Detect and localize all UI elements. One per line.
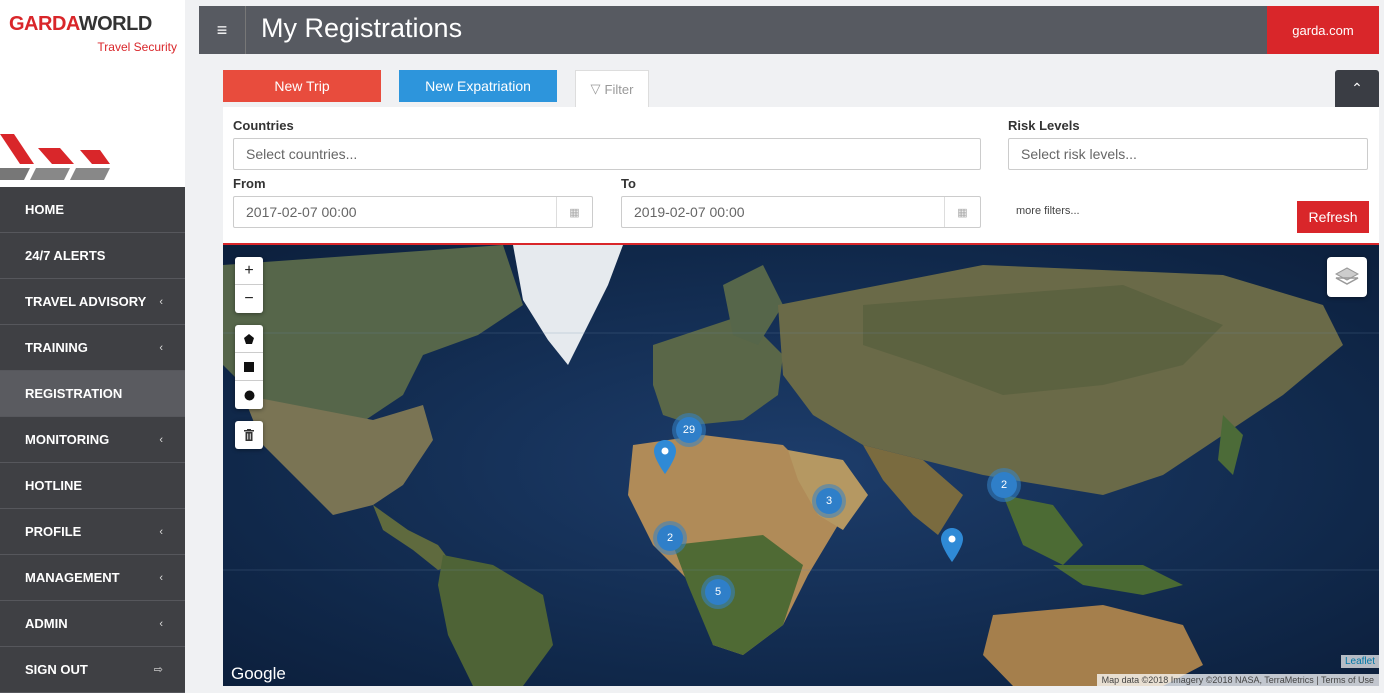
layers-icon[interactable] bbox=[1327, 257, 1367, 297]
sidebar-item-hotline[interactable]: HOTLINE bbox=[0, 463, 185, 509]
top-bar: ≡ My Registrations garda.com bbox=[199, 6, 1379, 54]
logo-wordmark: GARDAWORLD bbox=[9, 13, 152, 35]
draw-toolbar bbox=[235, 325, 263, 409]
sidebar-item-profile[interactable]: PROFILE ‹ bbox=[0, 509, 185, 555]
to-date-input[interactable]: 2019-02-07 00:00 ▦ bbox=[621, 196, 981, 228]
cluster-count: 5 bbox=[705, 579, 731, 605]
sidebar-item-label: PROFILE bbox=[25, 524, 82, 539]
calendar-icon[interactable]: ▦ bbox=[944, 197, 980, 227]
refresh-button[interactable]: Refresh bbox=[1297, 201, 1369, 233]
new-expatriation-button[interactable]: New Expatriation bbox=[399, 70, 557, 102]
more-filters-link[interactable]: more filters... bbox=[1016, 205, 1080, 217]
chevron-left-icon: ‹ bbox=[159, 341, 163, 354]
chevron-up-icon: ⌃ bbox=[1351, 80, 1363, 96]
registrations-panel: New Trip New Expatriation ▽ Filter ⌃ Cou… bbox=[223, 70, 1379, 686]
sidebar-item-label: MANAGEMENT bbox=[25, 570, 120, 585]
brand-stripes-graphic bbox=[0, 134, 110, 180]
trash-icon[interactable] bbox=[235, 421, 263, 449]
satellite-map-imagery bbox=[223, 245, 1379, 686]
edit-toolbar bbox=[235, 421, 263, 449]
chevron-left-icon: ‹ bbox=[159, 571, 163, 584]
from-label: From bbox=[233, 176, 266, 191]
cluster-count: 3 bbox=[816, 488, 842, 514]
polygon-icon[interactable] bbox=[235, 325, 263, 353]
cluster-count: 2 bbox=[991, 472, 1017, 498]
marker-cluster[interactable]: 3 bbox=[812, 484, 846, 518]
chevron-left-icon: ‹ bbox=[159, 525, 163, 538]
sidebar: GARDAWORLD Travel Security HOME 24/7 ALE… bbox=[0, 0, 185, 693]
sidebar-item-training[interactable]: TRAINING ‹ bbox=[0, 325, 185, 371]
cluster-count: 29 bbox=[676, 417, 702, 443]
sidebar-item-label: ADMIN bbox=[25, 616, 68, 631]
sidebar-item-monitoring[interactable]: MONITORING ‹ bbox=[0, 417, 185, 463]
marker-cluster[interactable]: 2 bbox=[987, 468, 1021, 502]
sidebar-item-management[interactable]: MANAGEMENT ‹ bbox=[0, 555, 185, 601]
garda-com-link[interactable]: garda.com bbox=[1267, 6, 1379, 54]
zoom-out-button[interactable]: − bbox=[235, 285, 263, 313]
marker-cluster[interactable]: 2 bbox=[653, 521, 687, 555]
gardaworld-logo[interactable]: GARDAWORLD Travel Security bbox=[9, 13, 177, 63]
marker-cluster[interactable]: 29 bbox=[672, 413, 706, 447]
tab-filter-label: Filter bbox=[604, 81, 634, 97]
cluster-count: 2 bbox=[657, 525, 683, 551]
rectangle-icon[interactable] bbox=[235, 353, 263, 381]
sidebar-item-home[interactable]: HOME bbox=[0, 187, 185, 233]
sidebar-item-label: 24/7 ALERTS bbox=[25, 248, 106, 263]
circle-icon[interactable] bbox=[235, 381, 263, 409]
map-attribution: Map data ©2018 Imagery ©2018 NASA, Terra… bbox=[1096, 674, 1379, 686]
to-label: To bbox=[621, 176, 636, 191]
countries-select[interactable]: Select countries... bbox=[233, 138, 981, 170]
sidebar-menu: HOME 24/7 ALERTS TRAVEL ADVISORY ‹ TRAINI… bbox=[0, 187, 185, 693]
risk-levels-select[interactable]: Select risk levels... bbox=[1008, 138, 1368, 170]
leaflet-link[interactable]: Leaflet bbox=[1340, 655, 1379, 668]
tab-filter[interactable]: ▽ Filter bbox=[575, 70, 649, 107]
sidebar-item-label: TRAINING bbox=[25, 340, 88, 355]
hamburger-icon[interactable]: ≡ bbox=[199, 6, 246, 54]
countries-label: Countries bbox=[233, 118, 294, 133]
filter-form: Countries Select countries... Risk Level… bbox=[223, 107, 1379, 245]
sidebar-item-label: HOTLINE bbox=[25, 478, 83, 493]
chevron-left-icon: ‹ bbox=[159, 433, 163, 446]
google-logo: Google bbox=[231, 664, 286, 683]
marker-cluster[interactable]: 5 bbox=[701, 575, 735, 609]
risk-levels-label: Risk Levels bbox=[1008, 118, 1080, 133]
sign-out-icon: ⇨ bbox=[153, 664, 163, 676]
sidebar-item-label: SIGN OUT bbox=[25, 662, 88, 677]
chevron-left-icon: ‹ bbox=[159, 617, 163, 630]
sidebar-item-registration[interactable]: REGISTRATION bbox=[0, 371, 185, 417]
logo-subtitle: Travel Security bbox=[97, 40, 177, 54]
chevron-left-icon: ‹ bbox=[159, 295, 163, 308]
sidebar-item-label: TRAVEL ADVISORY bbox=[25, 294, 147, 309]
sidebar-item-admin[interactable]: ADMIN ‹ bbox=[0, 601, 185, 647]
filter-icon: ▽ bbox=[590, 81, 601, 96]
zoom-in-button[interactable]: + bbox=[235, 257, 263, 285]
sidebar-item-sign-out[interactable]: SIGN OUT ⇨ bbox=[0, 647, 185, 693]
page-title: My Registrations bbox=[261, 13, 463, 43]
from-date-value: 2017-02-07 00:00 bbox=[246, 204, 357, 220]
sidebar-item-travel-advisory[interactable]: TRAVEL ADVISORY ‹ bbox=[0, 279, 185, 325]
registrations-map[interactable]: + − 29 3 2 2 5 Google Leaflet Map data ©… bbox=[223, 245, 1379, 686]
zoom-control: + − bbox=[235, 257, 263, 313]
map-pin-icon[interactable] bbox=[654, 440, 676, 474]
sidebar-item-label: REGISTRATION bbox=[25, 386, 123, 401]
from-date-input[interactable]: 2017-02-07 00:00 ▦ bbox=[233, 196, 593, 228]
sidebar-item-alerts[interactable]: 24/7 ALERTS bbox=[0, 233, 185, 279]
calendar-icon[interactable]: ▦ bbox=[556, 197, 592, 227]
sidebar-item-label: MONITORING bbox=[25, 432, 110, 447]
new-trip-button[interactable]: New Trip bbox=[223, 70, 381, 102]
collapse-filter-button[interactable]: ⌃ bbox=[1335, 70, 1379, 107]
sidebar-item-label: HOME bbox=[25, 202, 64, 217]
map-pin-icon[interactable] bbox=[941, 528, 963, 562]
to-date-value: 2019-02-07 00:00 bbox=[634, 204, 745, 220]
